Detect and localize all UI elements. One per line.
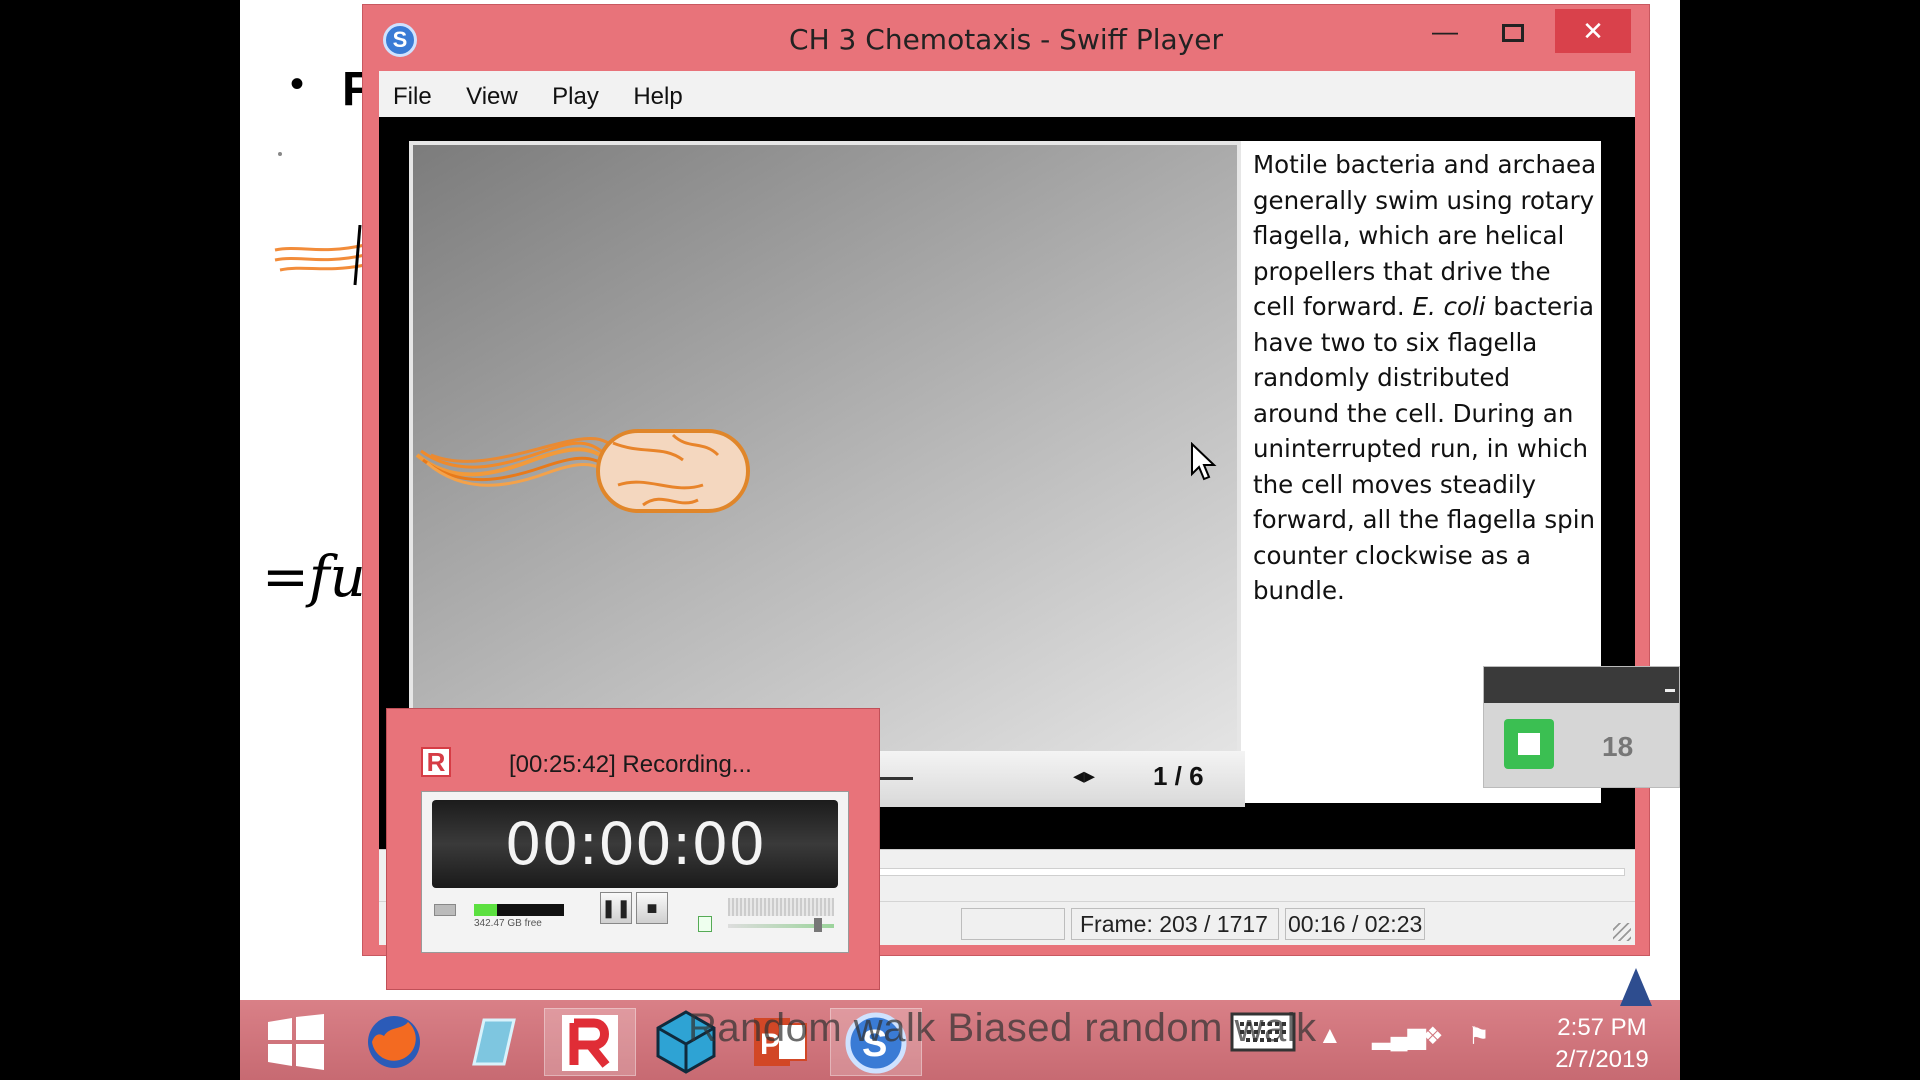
microphone-icon[interactable] bbox=[698, 916, 712, 932]
disk-icon bbox=[434, 904, 456, 916]
menu-view[interactable]: View bbox=[466, 71, 518, 111]
mouse-cursor-icon bbox=[1191, 442, 1217, 481]
tray-chevron-icon[interactable]: ▲ bbox=[1318, 1022, 1342, 1050]
title-bar[interactable]: S CH 3 Chemotaxis - Swiff Player — ✕ bbox=[363, 5, 1649, 69]
slide-flagella-drawing bbox=[274, 225, 366, 286]
maximize-button[interactable] bbox=[1483, 9, 1543, 53]
recording-timer: 00:00:00 bbox=[432, 800, 838, 888]
dropbox-icon[interactable]: ❖ bbox=[1422, 1022, 1444, 1051]
notepad-icon bbox=[472, 1018, 516, 1066]
menu-help[interactable]: Help bbox=[633, 71, 682, 111]
slide-dot bbox=[278, 152, 282, 156]
volume-slider-knob[interactable] bbox=[814, 918, 822, 932]
taskbar-notepad[interactable] bbox=[446, 1008, 538, 1076]
caption-text: Motile bacteria and archaea generally sw… bbox=[1253, 147, 1597, 609]
recorder-window[interactable]: R [00:25:42] Recording... 00:00:00 342.4… bbox=[386, 708, 880, 990]
network-icon[interactable]: ▂▄▆ bbox=[1372, 1022, 1426, 1051]
time-counter: 00:16 / 02:23 bbox=[1285, 908, 1425, 940]
pointer-triangle-icon bbox=[1620, 968, 1652, 1006]
slide-handwriting: =fu bbox=[262, 545, 366, 610]
close-button[interactable]: ✕ bbox=[1555, 9, 1631, 53]
minimize-button[interactable]: — bbox=[1415, 9, 1475, 53]
taskbar-firefox[interactable] bbox=[348, 1008, 440, 1076]
disk-level-fill bbox=[474, 904, 497, 916]
disk-level-meter bbox=[474, 904, 564, 916]
side-widget-header[interactable] bbox=[1484, 667, 1679, 703]
firefox-icon bbox=[368, 1016, 420, 1068]
desktop-area: • F =fu S CH 3 Chemotaxis - Swiff Player… bbox=[240, 0, 1680, 1080]
resize-grip-icon[interactable] bbox=[1613, 923, 1631, 941]
recording-status: [00:25:42] Recording... bbox=[509, 751, 752, 778]
stop-button[interactable]: ■ bbox=[636, 892, 668, 924]
stop-square-icon bbox=[1518, 733, 1540, 755]
slide-counter: 1 / 6 bbox=[1153, 761, 1204, 791]
screen: • F =fu S CH 3 Chemotaxis - Swiff Player… bbox=[0, 0, 1920, 1080]
clock-date[interactable]: 2/7/2019 bbox=[1542, 1046, 1662, 1074]
recorder-logo-icon: R bbox=[421, 747, 451, 777]
clock-time[interactable]: 2:57 PM bbox=[1542, 1014, 1662, 1042]
menu-file[interactable]: File bbox=[393, 71, 432, 111]
disk-free-text: 342.47 GB free bbox=[474, 918, 542, 929]
bacterium-illustration bbox=[415, 429, 750, 513]
menu-play[interactable]: Play bbox=[552, 71, 599, 111]
side-widget: 18 bbox=[1483, 666, 1680, 788]
pause-button[interactable]: ❚❚ bbox=[600, 892, 632, 924]
maximize-icon bbox=[1502, 24, 1524, 43]
windows-start-icon bbox=[268, 1014, 324, 1070]
frame-counter: Frame: 203 / 1717 bbox=[1071, 908, 1279, 940]
prev-next-arrows-icon[interactable]: ◂▸ bbox=[1073, 763, 1095, 789]
status-empty-cell bbox=[961, 908, 1065, 940]
side-widget-minimize-icon[interactable] bbox=[1665, 689, 1675, 692]
windows-start-button[interactable] bbox=[250, 1008, 342, 1076]
menu-bar: File View Play Help bbox=[379, 71, 1635, 117]
slide-bullet: • bbox=[290, 62, 305, 106]
taskbar-recorder[interactable] bbox=[544, 1008, 636, 1076]
action-center-flag-icon[interactable]: ⚑ bbox=[1468, 1022, 1490, 1051]
side-widget-count: 18 bbox=[1602, 731, 1634, 762]
volume-meter bbox=[728, 898, 834, 916]
stop-square-button[interactable] bbox=[1504, 719, 1554, 769]
recorder-panel: 00:00:00 342.47 GB free ❚❚ ■ bbox=[421, 791, 849, 953]
slide-overlay-text: Random walk Biased random walk bbox=[688, 1006, 1317, 1050]
recorder-icon bbox=[562, 1015, 618, 1071]
caption-part-b: bacteria have two to six flagella random… bbox=[1253, 292, 1596, 605]
caption-species: E. coli bbox=[1412, 292, 1486, 321]
animation-panel[interactable]: ◂▸ 1 / 6 bbox=[409, 141, 1245, 807]
flash-stage[interactable]: ◂▸ 1 / 6 Motile bacteria and archaea gen… bbox=[409, 141, 1601, 807]
